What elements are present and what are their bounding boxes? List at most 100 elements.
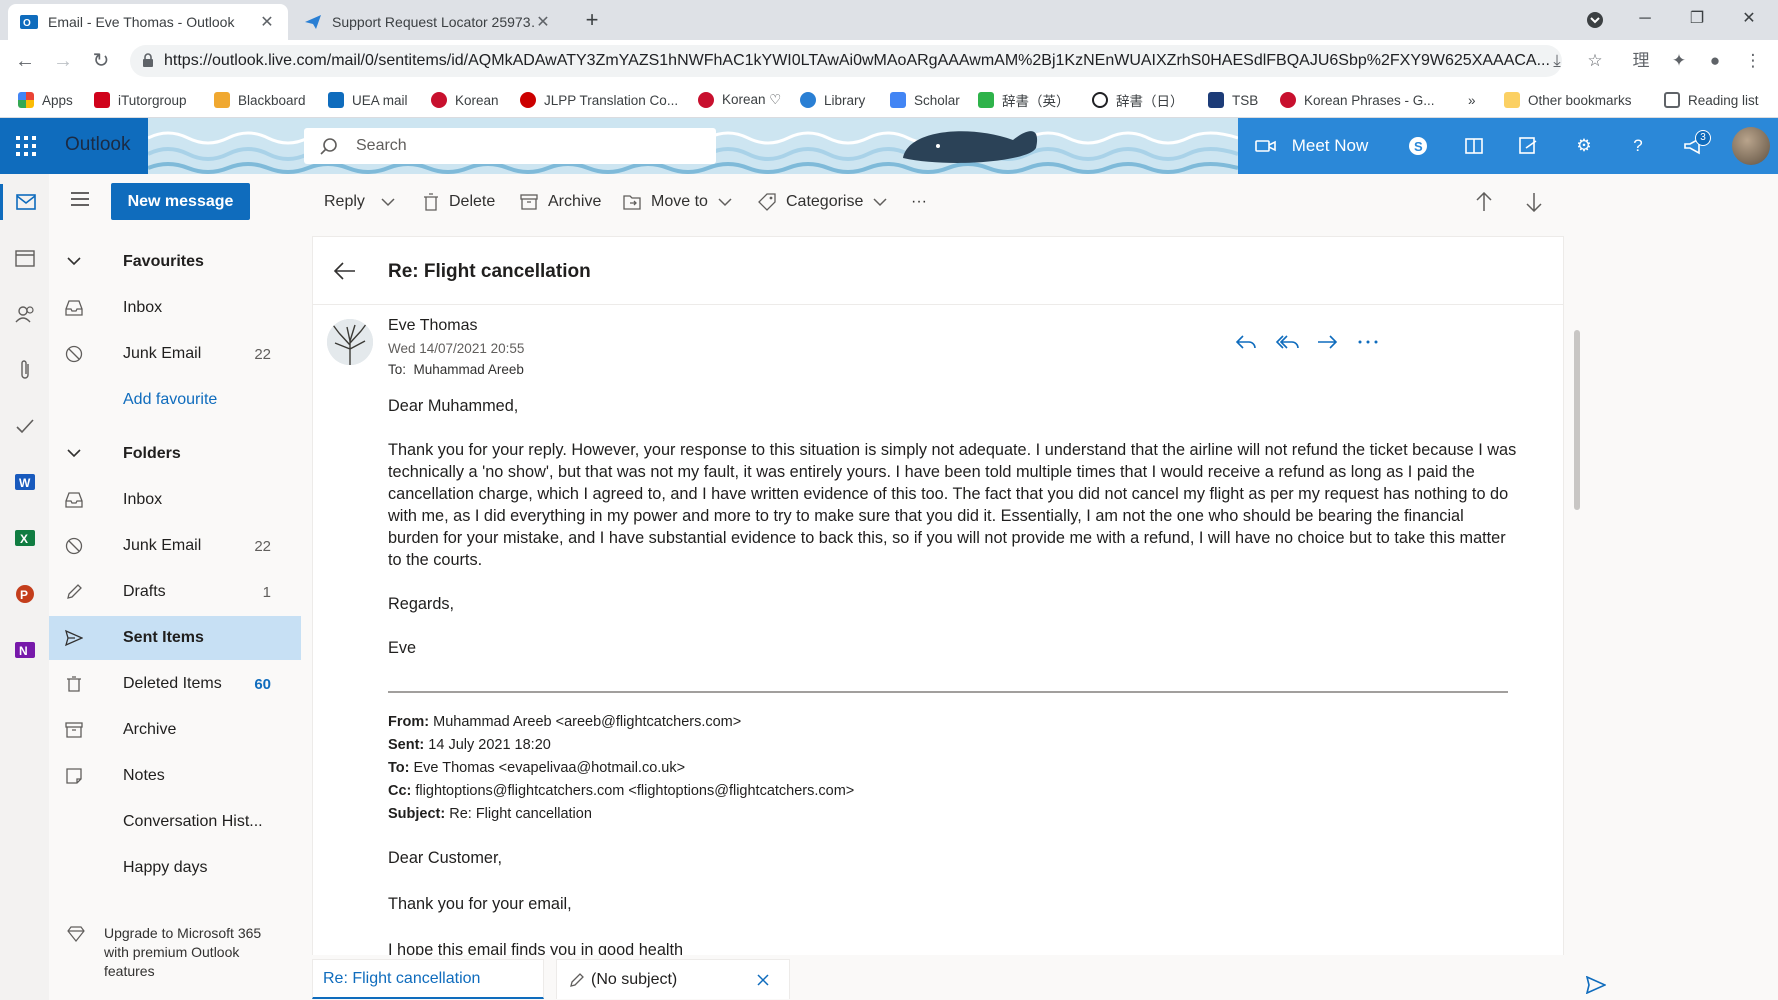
reply-options-chevron-icon[interactable]	[381, 190, 405, 214]
quoted-cc-line: Cc: flightoptions@flightcatchers.com <fl…	[388, 783, 855, 799]
folder-drafts[interactable]: Drafts 1	[49, 570, 301, 614]
forward-icon[interactable]: →	[48, 46, 78, 76]
close-icon[interactable]: ✕	[534, 12, 552, 32]
my-day-icon[interactable]	[1514, 132, 1542, 160]
fav-inbox[interactable]: Inbox	[49, 286, 301, 330]
app-launcher-icon[interactable]	[14, 134, 38, 158]
onenote-icon[interactable]: N	[0, 632, 49, 668]
minimize-icon[interactable]: ─	[1622, 0, 1668, 40]
help-icon[interactable]: ?	[1624, 132, 1652, 160]
forward-icon[interactable]	[1315, 329, 1341, 355]
powerpoint-icon[interactable]: P	[0, 576, 49, 612]
folders-heading[interactable]: Folders	[49, 432, 301, 476]
sender-avatar[interactable]	[327, 319, 373, 365]
bookmark-uea-mail[interactable]: UEA mail	[328, 90, 408, 110]
add-favourite-link[interactable]: Add favourite	[49, 378, 301, 422]
bookmark-apps[interactable]: Apps	[18, 90, 73, 110]
bookmark-library[interactable]: Library	[800, 90, 865, 110]
folder-deleted-items[interactable]: Deleted Items 60	[49, 662, 301, 706]
bookmark-korean[interactable]: Korean	[431, 90, 499, 110]
folder-sent-items[interactable]: Sent Items	[49, 616, 301, 660]
people-icon[interactable]	[0, 296, 49, 332]
skype-icon[interactable]: S	[1404, 132, 1432, 160]
folder-archive[interactable]: Archive	[49, 708, 301, 752]
categorise-button[interactable]: Categorise	[758, 190, 887, 214]
outlook-icon	[328, 92, 344, 108]
outlook-brand[interactable]: Outlook	[65, 134, 130, 156]
todo-check-icon[interactable]	[0, 408, 49, 444]
back-arrow-icon[interactable]	[333, 259, 357, 283]
bookmark-overflow[interactable]: »	[1468, 90, 1476, 110]
sender-name[interactable]: Eve Thomas	[388, 317, 478, 335]
account-avatar[interactable]	[1732, 127, 1770, 165]
recipient-name[interactable]: Muhammad Areeb	[414, 362, 524, 377]
more-options-icon[interactable]	[1355, 329, 1381, 355]
new-message-button[interactable]: New message	[111, 183, 250, 220]
profile-icon[interactable]: ●	[1704, 50, 1726, 72]
previous-item-arrow-up-icon[interactable]	[1475, 190, 1503, 214]
bookmark-reading-list[interactable]: Reading list	[1664, 90, 1759, 110]
bookmark-blackboard[interactable]: Blackboard	[214, 90, 306, 110]
next-item-arrow-down-icon[interactable]	[1525, 190, 1553, 214]
fav-junk-email[interactable]: Junk Email 22	[49, 332, 301, 376]
meet-now-button[interactable]: Meet Now	[1290, 132, 1370, 160]
bookmark-korean-heart[interactable]: Korean ♡	[698, 90, 781, 110]
delete-button[interactable]: Delete	[423, 190, 495, 214]
profile-dropdown-icon[interactable]	[1572, 0, 1618, 40]
window-close-icon[interactable]: ✕	[1726, 0, 1772, 40]
browser-tab-support[interactable]: Support Request Locator 25973… ✕	[292, 4, 564, 40]
upgrade-promo[interactable]: Upgrade to Microsoft 365 with premium Ou…	[104, 924, 289, 981]
address-bar[interactable]: https://outlook.live.com/mail/0/sentitem…	[130, 45, 1562, 77]
folder-junk-email[interactable]: Junk Email 22	[49, 524, 301, 568]
bookmark-jlpp[interactable]: JLPP Translation Co...	[520, 90, 678, 110]
browser-tab-outlook[interactable]: O Email - Eve Thomas - Outlook ✕	[8, 4, 288, 40]
star-icon[interactable]: ☆	[1584, 50, 1606, 72]
folder-notes[interactable]: Notes	[49, 754, 301, 798]
calendar-icon[interactable]	[0, 240, 49, 276]
bookmark-other[interactable]: Other bookmarks	[1504, 90, 1632, 110]
settings-gear-icon[interactable]: ⚙	[1570, 132, 1598, 160]
favourites-heading[interactable]: Favourites	[49, 240, 301, 284]
mail-icon[interactable]	[0, 184, 49, 220]
bookmark-tsb[interactable]: TSB	[1208, 90, 1258, 110]
reload-icon[interactable]: ↻	[86, 46, 116, 76]
archive-button[interactable]: Archive	[520, 190, 601, 214]
attachment-paperclip-icon[interactable]	[0, 352, 49, 388]
send-icon[interactable]	[1586, 976, 1606, 994]
move-to-button[interactable]: Move to	[623, 190, 732, 214]
reply-icon[interactable]	[1233, 329, 1259, 355]
reply-button[interactable]: Reply	[324, 190, 365, 214]
menu-kebab-icon[interactable]: ⋮	[1742, 50, 1764, 72]
bookmark-dictionary-jp[interactable]: 辞書（日）	[1092, 90, 1184, 110]
more-actions-button[interactable]: ···	[911, 190, 927, 214]
new-tab-button[interactable]: +	[578, 6, 606, 34]
bookmark-itutorgroup[interactable]: iTutorgroup	[94, 90, 187, 110]
back-icon[interactable]: ←	[10, 46, 40, 76]
excel-icon[interactable]: X	[0, 520, 49, 556]
folder-happy-days[interactable]: Happy days	[49, 846, 301, 890]
blocked-icon	[65, 537, 83, 555]
bookmark-scholar[interactable]: Scholar	[890, 90, 960, 110]
bookmark-korean-phrases[interactable]: Korean Phrases - G...	[1280, 90, 1435, 110]
video-camera-icon[interactable]	[1254, 132, 1278, 160]
reply-all-icon[interactable]	[1275, 329, 1301, 355]
office-icon[interactable]	[1460, 132, 1488, 160]
draft-tab-no-subject[interactable]: (No subject)	[556, 959, 790, 999]
close-icon[interactable]	[757, 974, 769, 986]
hamburger-menu-icon[interactable]	[71, 192, 89, 206]
word-icon[interactable]: W	[0, 464, 49, 500]
draft-tab-flight-cancellation[interactable]: Re: Flight cancellation	[312, 959, 544, 999]
close-icon[interactable]: ✕	[258, 12, 276, 32]
search-input[interactable]: Search	[304, 128, 716, 164]
notification-badge: 3	[1695, 130, 1711, 146]
maximize-icon[interactable]: ❐	[1674, 0, 1720, 40]
install-icon[interactable]: ⤓	[1546, 50, 1568, 72]
svg-text:W: W	[19, 476, 31, 490]
folder-inbox[interactable]: Inbox	[49, 478, 301, 522]
reading-pane-scrollbar[interactable]	[1574, 330, 1580, 510]
extensions-icon[interactable]: ✦	[1668, 50, 1690, 72]
folder-conversation-history[interactable]: Conversation Hist...	[49, 800, 301, 844]
bookmark-dictionary-en[interactable]: 辞書（英）	[978, 90, 1070, 110]
browser-toolbar: ← → ↻ https://outlook.live.com/mail/0/se…	[0, 40, 1778, 82]
dictionary-extension-icon[interactable]: 理	[1630, 50, 1652, 72]
